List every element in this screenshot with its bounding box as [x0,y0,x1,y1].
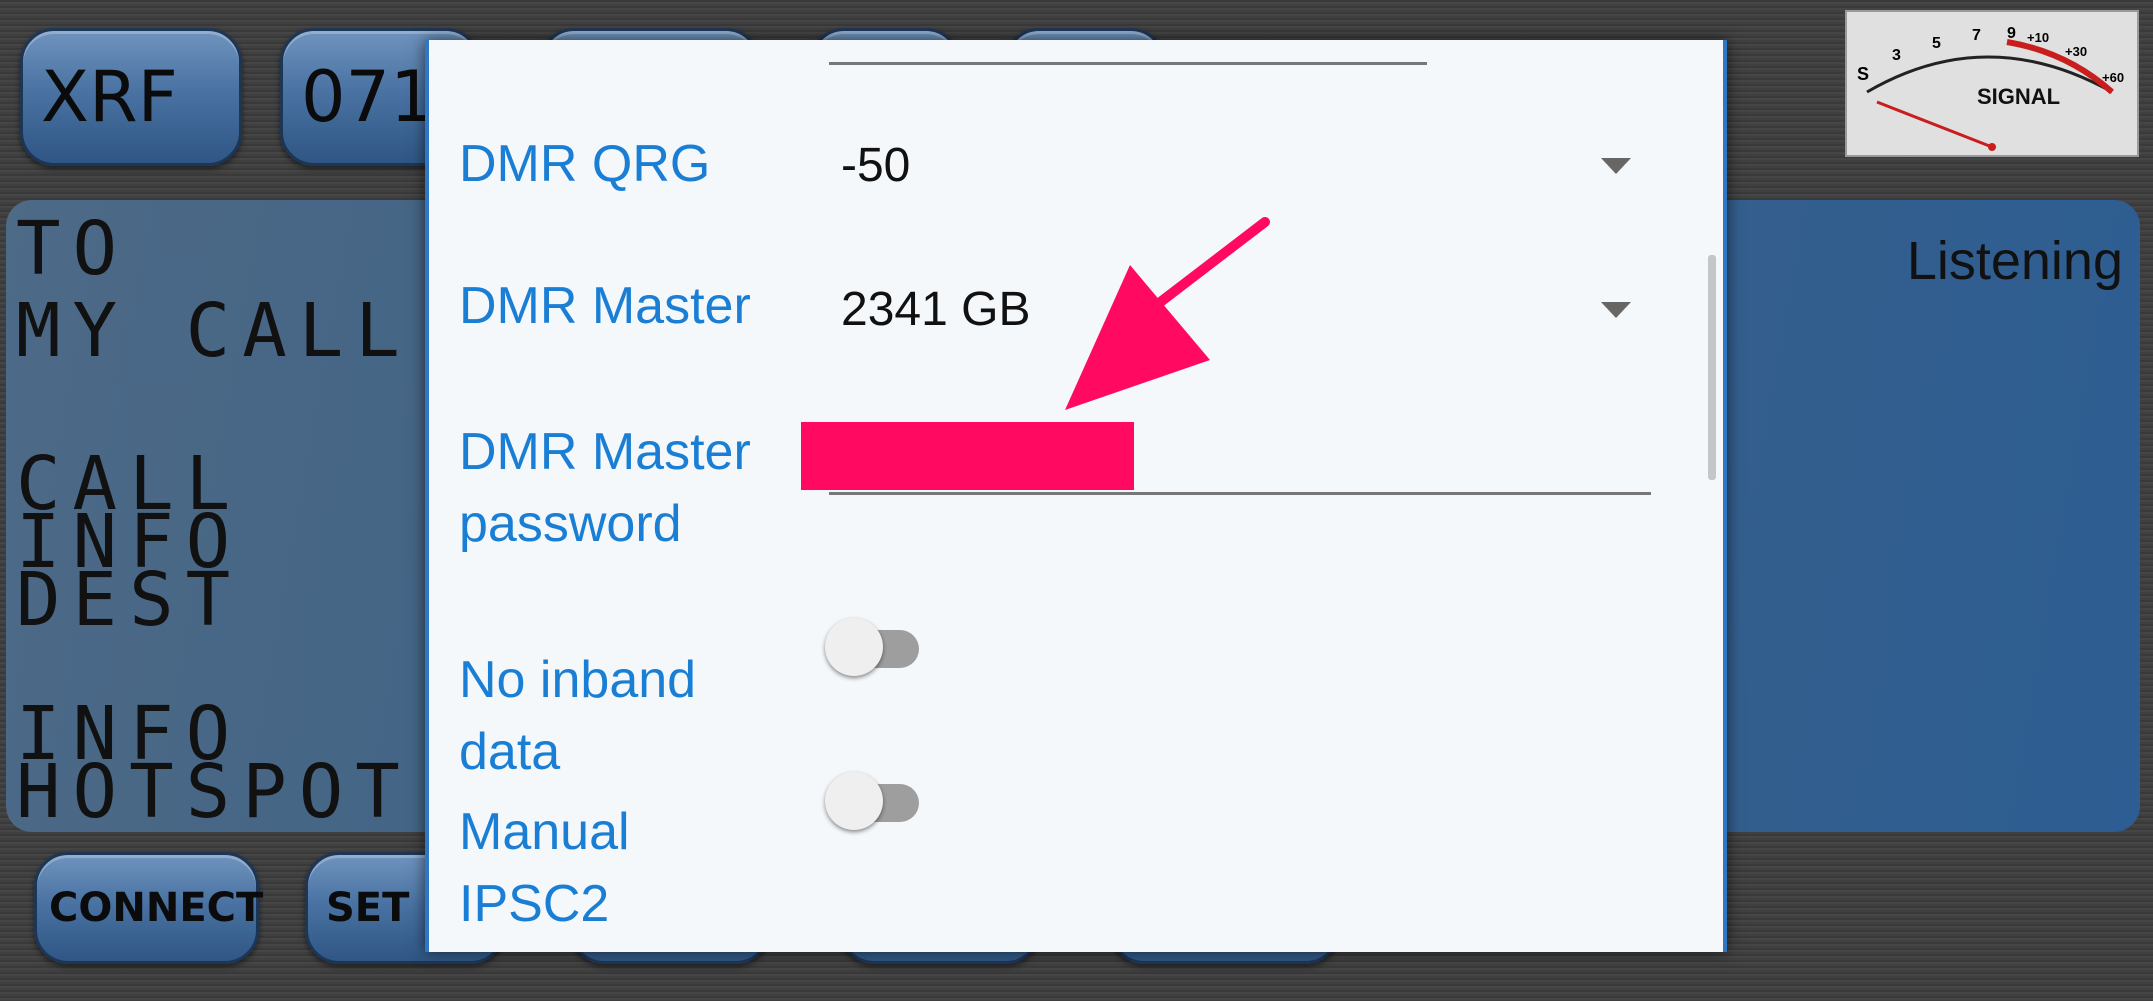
dmr-qrg-dropdown[interactable]: -50 [829,130,1631,200]
manual-ipsc2-toggle[interactable] [825,768,925,830]
dmr-master-password-label-line2: password [459,495,682,553]
dmr-master-password-label-line1: DMR Master [459,423,751,481]
reflector-button[interactable]: XRF [20,28,242,166]
password-redaction-box [801,422,1134,490]
no-inband-data-label-line1: No inband [459,651,697,709]
manual-ipsc2-label-line2: IPSC2 [459,875,610,933]
meter-scale-9: 9 [2007,25,2016,42]
lcd-my-call: MY CALL [16,288,412,374]
manual-ipsc2-label: Manual IPSC2 [459,796,630,940]
meter-scale-7: 7 [1972,27,1981,44]
meter-scale-plus30: +30 [2065,44,2087,59]
meter-scale-plus10: +10 [2027,30,2049,45]
password-input-underline [829,492,1651,495]
meter-scale-3: 3 [1892,47,1901,64]
dmr-master-label: DMR Master [459,277,751,335]
meter-scale-plus60: +60 [2102,70,2124,85]
signal-meter-title: SIGNAL [1977,84,2060,109]
dmr-master-chevron-down-icon [1601,302,1631,318]
dmr-settings-dialog: DMR QRG -50 DMR Master 2341 GB DMR Maste… [425,40,1727,952]
dmr-master-value: 2341 GB [841,283,1031,336]
dmr-qrg-value: -50 [841,139,911,192]
no-inband-data-toggle[interactable] [825,614,925,676]
lcd-hotspot: HOTSPOT [16,749,412,835]
toggle-thumb [825,772,883,830]
meter-scale-5: 5 [1932,35,1941,52]
dmr-qrg-label: DMR QRG [459,135,711,193]
lcd-dest: DEST [16,557,243,643]
dialog-scrollbar[interactable] [1708,255,1716,480]
meter-scale-s: S [1857,64,1869,84]
signal-meter: SIGNAL S 3 5 7 9 +10 +30 +60 [1845,10,2139,157]
no-inband-data-label-line2: data [459,723,561,781]
manual-ipsc2-label-line1: Manual [459,803,630,861]
signal-meter-icon: SIGNAL S 3 5 7 9 +10 +30 +60 [1857,25,2124,151]
previous-field-underline [829,62,1427,65]
toggle-thumb [825,618,883,676]
dmr-master-password-label: DMR Master password [459,416,751,560]
annotation-arrow-icon [1065,217,1270,410]
connect-button[interactable]: CONNECT [34,852,263,964]
connection-status: Listening [1906,231,2123,291]
lcd-to: TO [16,206,130,292]
no-inband-data-label: No inband data [459,644,696,788]
dmr-qrg-chevron-down-icon [1601,158,1631,174]
